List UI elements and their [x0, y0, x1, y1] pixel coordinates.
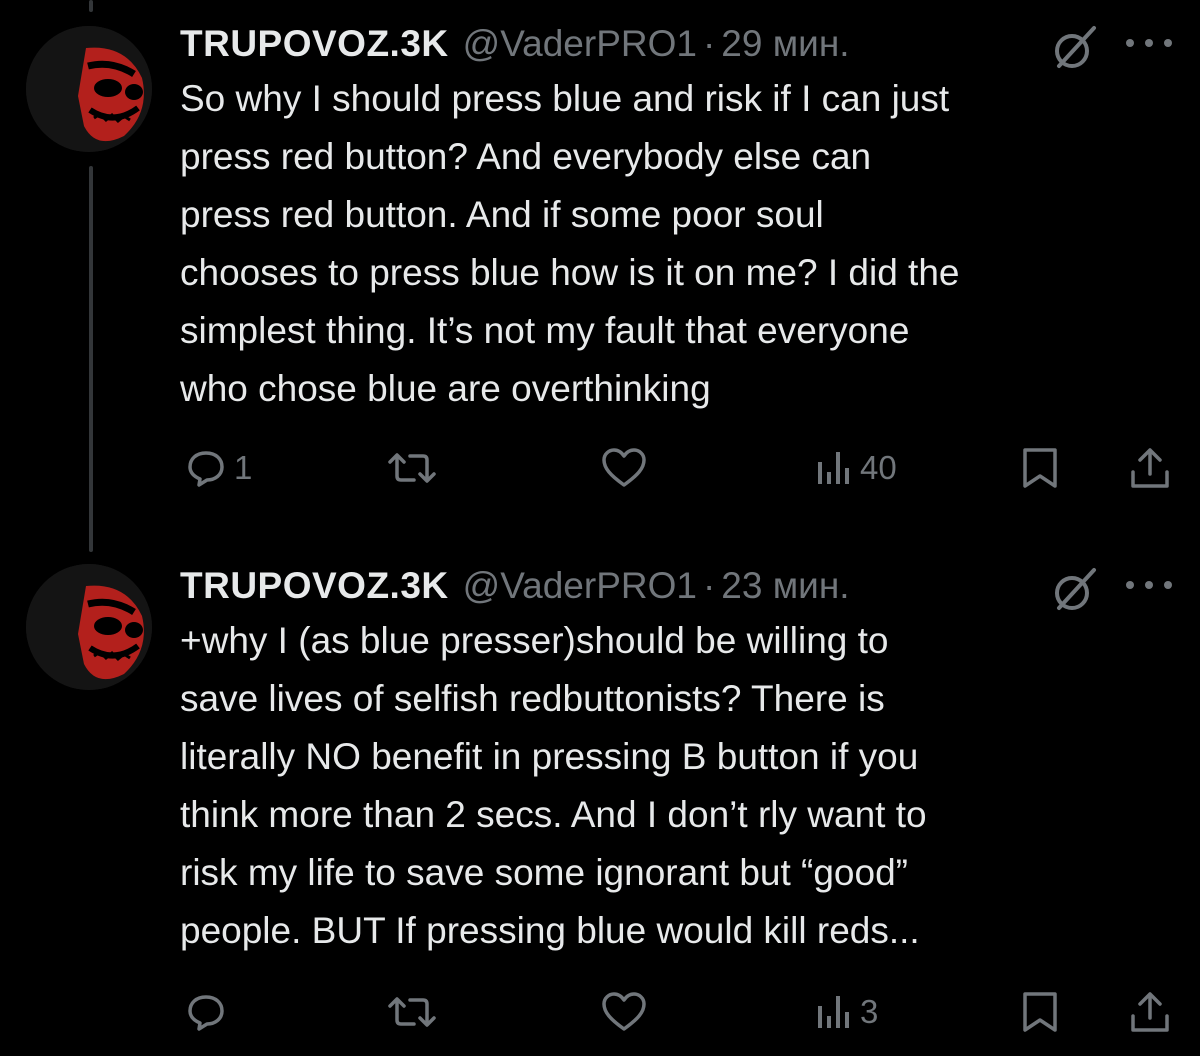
more-icon[interactable]: [1126, 28, 1172, 58]
reply-count: 1: [234, 449, 253, 486]
tweet-header: TRUPOVOZ.3K @VaderPRO1 · 29 мин.: [180, 20, 850, 68]
more-icon[interactable]: [1126, 570, 1172, 600]
avatar-image: [26, 26, 152, 152]
reply-icon: [188, 995, 224, 1031]
display-name[interactable]: TRUPOVOZ.3K: [180, 23, 449, 65]
share-icon: [1131, 448, 1169, 488]
timestamp[interactable]: 23 мин.: [721, 565, 849, 607]
tweet-text: So why I should press blue and risk if I…: [180, 78, 960, 409]
reply-button[interactable]: 1: [186, 440, 252, 496]
retweet-icon: [388, 997, 436, 1027]
retweet-button[interactable]: [386, 440, 446, 496]
avatar[interactable]: [26, 26, 152, 152]
retweet-button[interactable]: [386, 984, 446, 1040]
action-bar: 3: [0, 984, 1200, 1040]
heart-icon: [602, 448, 646, 487]
view-count: 3: [860, 993, 879, 1030]
views-button[interactable]: 40: [816, 440, 897, 496]
like-button[interactable]: [600, 984, 656, 1040]
bookmark-icon: [1023, 992, 1057, 1032]
bookmark-button[interactable]: [1020, 984, 1060, 1040]
share-icon: [1131, 992, 1169, 1032]
views-icon: [818, 452, 849, 484]
bookmark-button[interactable]: [1020, 440, 1060, 496]
grok-icon[interactable]: [1050, 566, 1098, 614]
user-handle[interactable]: @VaderPRO1: [463, 565, 697, 607]
retweet-icon: [388, 453, 436, 483]
display-name[interactable]: TRUPOVOZ.3K: [180, 565, 449, 607]
reply-button[interactable]: [186, 984, 234, 1040]
timestamp[interactable]: 29 мин.: [721, 23, 849, 65]
action-bar: 1 40: [0, 440, 1200, 496]
separator: ·: [702, 565, 716, 606]
avatar[interactable]: [26, 564, 152, 690]
views-icon: [818, 996, 849, 1028]
share-button[interactable]: [1128, 984, 1172, 1040]
like-button[interactable]: [600, 440, 656, 496]
views-button[interactable]: 3: [816, 984, 878, 1040]
separator: ·: [702, 23, 716, 64]
thread-line-top: [89, 0, 93, 12]
reply-icon: [188, 451, 224, 487]
share-button[interactable]: [1128, 440, 1172, 496]
tweet-header: TRUPOVOZ.3K @VaderPRO1 · 23 мин.: [180, 562, 850, 610]
bookmark-icon: [1023, 448, 1057, 488]
avatar-image: [26, 564, 152, 690]
heart-icon: [602, 992, 646, 1031]
user-handle[interactable]: @VaderPRO1: [463, 23, 697, 65]
view-count: 40: [860, 449, 897, 486]
tweet-text: +why I (as blue presser)should be willin…: [180, 620, 927, 951]
grok-icon[interactable]: [1050, 24, 1098, 72]
